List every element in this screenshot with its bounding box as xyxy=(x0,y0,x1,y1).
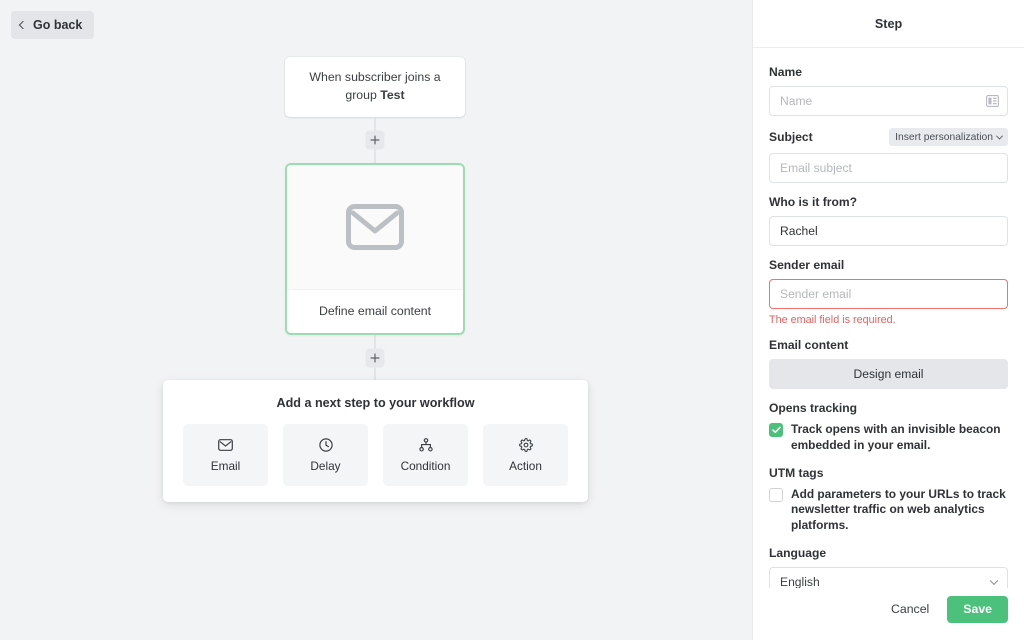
envelope-icon xyxy=(218,437,233,453)
workflow-canvas: Go back When subscriber joins a group Te… xyxy=(0,0,752,640)
language-select-wrapper: English xyxy=(769,567,1008,588)
subject-label-row: Subject Insert personalization xyxy=(769,128,1008,146)
layout-template-icon[interactable] xyxy=(986,95,999,107)
design-email-button[interactable]: Design email xyxy=(769,359,1008,389)
opens-tracking-group: Opens tracking Track opens with an invis… xyxy=(769,401,1008,454)
utm-tags-group: UTM tags Add parameters to your URLs to … xyxy=(769,466,1008,534)
go-back-label: Go back xyxy=(33,18,83,32)
step-option-condition[interactable]: Condition xyxy=(383,424,468,486)
check-icon xyxy=(771,426,781,434)
language-selected-value: English xyxy=(780,575,820,588)
sender-email-input[interactable] xyxy=(769,279,1008,309)
from-label: Who is it from? xyxy=(769,195,858,209)
add-next-step-panel: Add a next step to your workflow Email D… xyxy=(163,380,588,502)
trigger-text-prefix: When subscriber joins a group xyxy=(309,70,441,102)
add-step-button-top[interactable] xyxy=(365,130,385,150)
go-back-button[interactable]: Go back xyxy=(11,11,95,39)
envelope-icon xyxy=(346,203,404,250)
sender-email-error: The email field is required. xyxy=(769,314,896,326)
step-option-delay-label: Delay xyxy=(310,459,341,473)
cancel-button[interactable]: Cancel xyxy=(887,596,933,622)
panel-header: Step xyxy=(753,0,1024,48)
email-content-group: Email content Design email xyxy=(769,338,1008,389)
from-input[interactable] xyxy=(769,216,1008,246)
chevron-down-icon xyxy=(995,132,1004,140)
name-label: Name xyxy=(769,65,802,79)
opens-tracking-checkbox[interactable] xyxy=(769,423,783,437)
connector-bottom xyxy=(285,334,465,381)
add-next-step-title: Add a next step to your workflow xyxy=(276,396,475,410)
gear-icon xyxy=(518,437,533,453)
hierarchy-icon xyxy=(418,437,433,453)
panel-body: Name Su xyxy=(753,48,1024,588)
step-option-delay[interactable]: Delay xyxy=(283,424,368,486)
connector-top xyxy=(285,116,465,163)
workflow-editor-screen: Go back When subscriber joins a group Te… xyxy=(0,0,1024,640)
email-step-node[interactable]: Define email content xyxy=(285,162,465,335)
language-select[interactable]: English xyxy=(769,567,1008,588)
name-field-group: Name xyxy=(769,65,1008,116)
panel-footer: Cancel Save xyxy=(753,588,1024,640)
step-option-condition-label: Condition xyxy=(400,459,451,473)
email-step-label: Define email content xyxy=(287,288,463,333)
step-settings-panel: Step Name Name Subject Insert personaliz… xyxy=(752,0,1024,640)
save-button[interactable]: Save xyxy=(947,595,1008,623)
trigger-group-name: Test xyxy=(380,87,405,102)
plus-icon xyxy=(370,353,380,363)
utm-tags-label: UTM tags xyxy=(769,465,824,480)
utm-tags-text: Add parameters to your URLs to track new… xyxy=(791,486,1006,533)
subject-label: Subject xyxy=(769,130,813,144)
utm-tags-row[interactable]: Add parameters to your URLs to track new… xyxy=(769,487,1008,534)
insert-personalization-button[interactable]: Insert personalization xyxy=(889,128,1008,146)
sender-email-label: Sender email xyxy=(769,258,845,272)
subject-input[interactable] xyxy=(769,153,1008,183)
trigger-node[interactable]: When subscriber joins a group Test xyxy=(285,57,465,117)
name-input-wrapper xyxy=(769,86,1008,116)
add-step-button-bottom[interactable] xyxy=(365,348,385,368)
clock-icon xyxy=(318,437,333,453)
name-input[interactable] xyxy=(769,86,1008,116)
sender-email-field-group: Sender email The email field is required… xyxy=(769,258,1008,326)
from-field-group: Who is it from? xyxy=(769,195,1008,246)
trigger-node-text: When subscriber joins a group Test xyxy=(303,69,447,105)
language-group: Language English xyxy=(769,546,1008,588)
step-option-email-label: Email xyxy=(210,459,241,473)
step-option-action[interactable]: Action xyxy=(483,424,568,486)
email-step-icon-area xyxy=(287,164,463,289)
workflow-flow: When subscriber joins a group Test Defin… xyxy=(285,57,465,381)
email-content-label: Email content xyxy=(769,338,849,352)
chevron-left-icon xyxy=(18,20,28,30)
opens-tracking-text: Track opens with an invisible beacon emb… xyxy=(791,422,1001,452)
opens-tracking-label: Opens tracking xyxy=(769,401,858,415)
language-label: Language xyxy=(769,546,827,561)
opens-tracking-row[interactable]: Track opens with an invisible beacon emb… xyxy=(769,422,1008,454)
insert-personalization-label: Insert personalization xyxy=(895,131,993,143)
step-options-list: Email Delay Condition Action xyxy=(183,424,568,486)
plus-icon xyxy=(370,135,380,145)
panel-title: Step xyxy=(874,16,903,31)
step-option-action-label: Action xyxy=(509,459,542,473)
utm-tags-checkbox[interactable] xyxy=(769,487,783,502)
step-option-email[interactable]: Email xyxy=(183,424,268,486)
subject-field-group: Subject Insert personalization xyxy=(769,128,1008,183)
